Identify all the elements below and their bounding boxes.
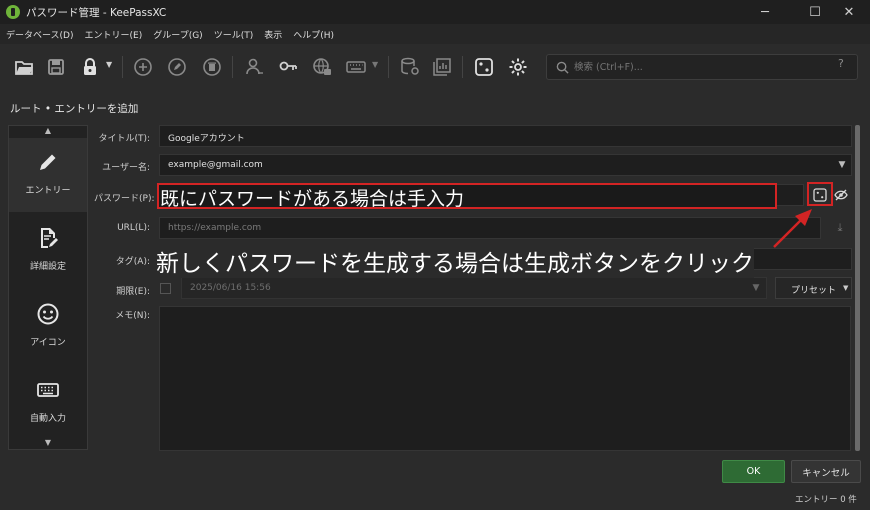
search-icon bbox=[556, 61, 569, 74]
sidebar-item-label: 自動入力 bbox=[29, 414, 66, 424]
status-text: エントリー 0 件 bbox=[795, 495, 857, 505]
manual-entry-annotation: 既にパスワードがある場合は手入力 bbox=[160, 188, 465, 210]
breadcrumb: ルート • エントリーを追加 bbox=[10, 103, 139, 115]
presets-chevron-icon: ▼ bbox=[843, 284, 849, 292]
menu-tools[interactable]: ツール(T) bbox=[214, 28, 254, 41]
database-reports-icon[interactable] bbox=[396, 53, 424, 81]
open-database-icon[interactable] bbox=[10, 53, 38, 81]
menu-help[interactable]: ヘルプ(H) bbox=[293, 28, 334, 41]
expires-value: 2025/06/16 15:56 bbox=[190, 283, 271, 293]
presets-label: プリセット bbox=[791, 286, 837, 296]
sidebar-item-icon[interactable]: アイコン bbox=[9, 290, 87, 364]
generate-annotation: 新しくパスワードを生成する場合は生成ボタンをクリック bbox=[156, 244, 754, 278]
copy-username-icon[interactable] bbox=[240, 53, 268, 81]
notes-textarea[interactable] bbox=[159, 306, 851, 451]
lock-dropdown-icon[interactable]: ▼ bbox=[106, 60, 112, 69]
settings-icon[interactable] bbox=[504, 53, 532, 81]
menu-database[interactable]: データベース(D) bbox=[6, 28, 74, 41]
sidebar-scroll-up-icon[interactable]: ▲ bbox=[8, 126, 88, 138]
database-settings-icon[interactable] bbox=[428, 53, 456, 81]
sidebar-item-entry[interactable]: エントリー bbox=[9, 138, 87, 212]
username-label: ユーザー名: bbox=[102, 163, 150, 173]
url-label: URL(L): bbox=[117, 223, 150, 233]
toggle-password-visibility-icon[interactable] bbox=[834, 189, 848, 201]
notes-label: メモ(N): bbox=[115, 311, 150, 321]
toolbar-divider bbox=[232, 56, 233, 78]
document-edit-icon bbox=[41, 228, 58, 248]
autotype-dropdown-icon[interactable]: ▼ bbox=[372, 60, 378, 69]
title-field[interactable] bbox=[159, 125, 852, 147]
tags-label: タグ(A): bbox=[115, 257, 150, 267]
sidebar-item-label: 詳細設定 bbox=[29, 262, 66, 272]
keepassxc-logo-icon bbox=[6, 5, 20, 19]
lock-database-icon[interactable] bbox=[76, 53, 104, 81]
download-favicon-icon[interactable]: ⤓ bbox=[830, 217, 850, 239]
expires-dropdown-icon[interactable]: ▼ bbox=[746, 277, 766, 299]
window-title: パスワード管理 - KeePassXC bbox=[26, 7, 167, 19]
expires-label: 期限(E): bbox=[116, 287, 150, 297]
search-help-button[interactable]: ? bbox=[838, 57, 844, 70]
title-value: Googleアカウント bbox=[168, 134, 245, 144]
username-value: example@gmail.com bbox=[168, 160, 263, 170]
sidebar-scroll-down-icon[interactable]: ▼ bbox=[8, 438, 88, 450]
ok-button[interactable]: OK bbox=[722, 460, 785, 483]
copy-password-icon[interactable] bbox=[274, 53, 302, 81]
minimize-button[interactable]: ─ bbox=[744, 0, 786, 24]
menu-bar: データベース(D) エントリー(E) グループ(G) ツール(T) 表示 ヘルプ… bbox=[0, 24, 870, 44]
sidebar-item-label: アイコン bbox=[30, 338, 66, 348]
password-label: パスワード(P): bbox=[94, 194, 155, 204]
sidebar-item-label: エントリー bbox=[25, 186, 71, 196]
copy-url-icon[interactable] bbox=[308, 53, 336, 81]
expires-checkbox[interactable] bbox=[160, 283, 171, 294]
pencil-icon bbox=[40, 154, 56, 170]
cancel-button[interactable]: キャンセル bbox=[791, 460, 861, 483]
menu-view[interactable]: 表示 bbox=[264, 28, 282, 41]
autotype-icon[interactable] bbox=[342, 53, 370, 81]
sidebar-item-autotype[interactable]: 自動入力 bbox=[9, 366, 87, 440]
password-generator-icon[interactable] bbox=[470, 53, 498, 81]
close-button[interactable]: ✕ bbox=[828, 0, 870, 24]
title-label: タイトル(T): bbox=[98, 134, 150, 144]
toolbar-divider bbox=[122, 56, 123, 78]
smiley-icon bbox=[37, 303, 59, 325]
toolbar-divider bbox=[388, 56, 389, 78]
username-field[interactable] bbox=[159, 154, 852, 176]
save-database-icon[interactable] bbox=[42, 53, 70, 81]
url-placeholder: https://example.com bbox=[168, 223, 262, 233]
annotation-arrow-icon bbox=[773, 209, 812, 248]
delete-entry-icon[interactable] bbox=[198, 53, 226, 81]
toolbar-divider bbox=[462, 56, 463, 78]
edit-entry-icon[interactable] bbox=[163, 53, 191, 81]
search-input[interactable] bbox=[574, 58, 814, 76]
sidebar-item-advanced[interactable]: 詳細設定 bbox=[9, 214, 87, 288]
menu-entry[interactable]: エントリー(E) bbox=[85, 28, 143, 41]
menu-group[interactable]: グループ(G) bbox=[153, 28, 202, 41]
keyboard-icon bbox=[37, 383, 59, 397]
add-entry-icon[interactable] bbox=[129, 53, 157, 81]
form-scrollbar-thumb[interactable] bbox=[855, 125, 860, 451]
username-dropdown-icon[interactable]: ▼ bbox=[832, 154, 852, 176]
